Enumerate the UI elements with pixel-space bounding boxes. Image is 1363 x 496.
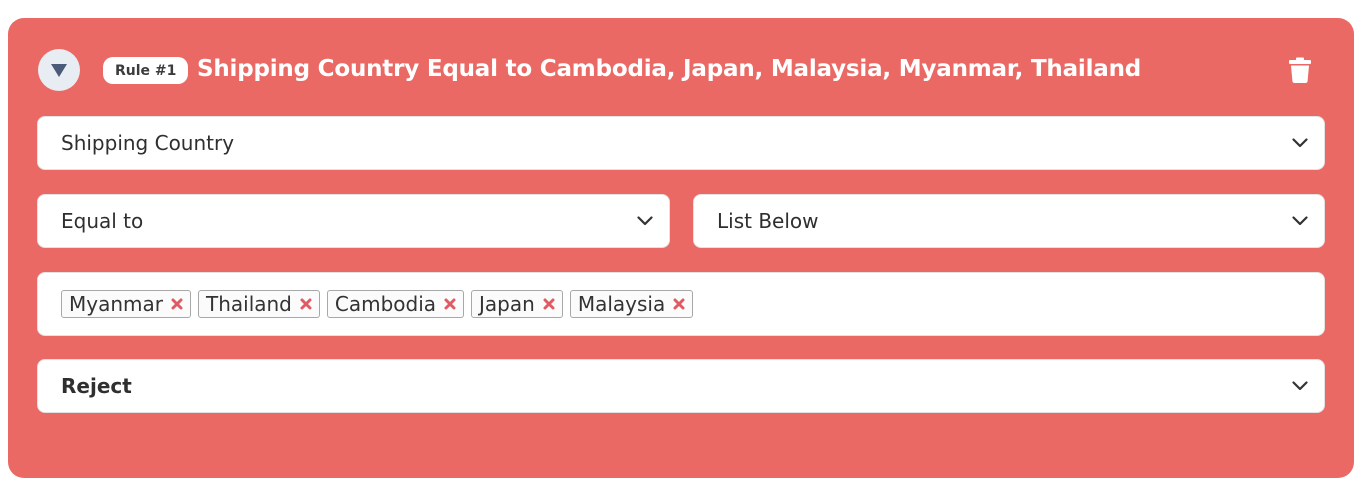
country-tags-input[interactable]: Myanmar Thailand Cambodia Japan Malaysia <box>37 272 1325 336</box>
close-icon[interactable] <box>171 298 183 310</box>
rule-number-badge: Rule #1 <box>103 57 189 84</box>
triangle-down-icon <box>51 64 67 77</box>
close-icon[interactable] <box>300 298 312 310</box>
collapse-toggle-button[interactable] <box>38 49 80 91</box>
close-icon[interactable] <box>673 298 685 310</box>
close-icon[interactable] <box>444 298 456 310</box>
chevron-down-icon <box>1292 381 1308 391</box>
operator-select-value: Equal to <box>61 209 144 233</box>
chevron-down-icon <box>1292 138 1308 148</box>
rule-title: Shipping Country Equal to Cambodia, Japa… <box>197 56 1142 82</box>
delete-rule-button[interactable] <box>1289 57 1311 83</box>
field-select[interactable]: Shipping Country <box>37 116 1325 170</box>
chevron-down-icon <box>1292 216 1308 226</box>
close-icon[interactable] <box>543 298 555 310</box>
tag-thailand: Thailand <box>197 290 320 318</box>
tag-cambodia: Cambodia <box>326 290 465 318</box>
tag-label: Thailand <box>205 292 292 316</box>
tag-label: Cambodia <box>334 292 437 316</box>
field-select-value: Shipping Country <box>61 131 235 155</box>
action-select[interactable]: Reject <box>37 359 1325 413</box>
trash-icon <box>1289 57 1311 83</box>
rule-card: Rule #1 Shipping Country Equal to Cambod… <box>8 18 1354 478</box>
operator-select[interactable]: Equal to <box>37 194 670 248</box>
tag-label: Malaysia <box>577 292 666 316</box>
tag-malaysia: Malaysia <box>569 290 694 318</box>
chevron-down-icon <box>637 216 653 226</box>
tag-japan: Japan <box>471 290 563 318</box>
tag-label: Myanmar <box>69 292 163 316</box>
tag-myanmar: Myanmar <box>61 290 191 318</box>
value-source-select-value: List Below <box>717 209 819 233</box>
tag-label: Japan <box>479 292 535 316</box>
action-select-value: Reject <box>61 374 132 398</box>
value-source-select[interactable]: List Below <box>693 194 1325 248</box>
rule-header: Rule #1 Shipping Country Equal to Cambod… <box>8 18 1354 124</box>
